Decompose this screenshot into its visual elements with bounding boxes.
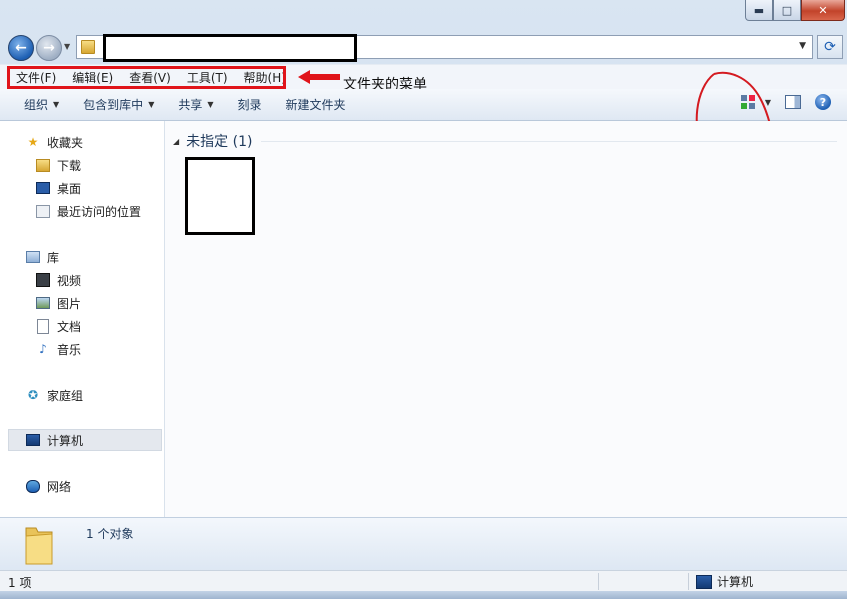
nav-videos[interactable]: 视频: [36, 271, 81, 289]
organize-label: 组织: [24, 98, 49, 112]
redacted-path-box: [103, 34, 357, 62]
share-button[interactable]: 共享 ▼: [166, 96, 225, 113]
item-count-text: 1 个对象: [86, 527, 134, 541]
nav-desktop[interactable]: 桌面: [36, 179, 81, 197]
collapse-triangle-icon: ◢: [173, 136, 180, 146]
nav-recent-places[interactable]: 最近访问的位置: [36, 202, 141, 220]
desktop-icon: [36, 181, 50, 195]
group-header-label: 未指定 (1): [186, 134, 253, 150]
new-folder-button[interactable]: 新建文件夹: [274, 96, 358, 113]
address-bar[interactable]: ▼: [76, 34, 813, 62]
nav-downloads[interactable]: 下载: [36, 156, 81, 174]
group-header[interactable]: ◢ 未指定 (1): [173, 131, 252, 151]
address-dropdown-icon[interactable]: ▼: [799, 41, 806, 51]
nav-libraries-label: 库: [47, 250, 60, 265]
details-pane: 1 个对象: [0, 517, 847, 571]
network-icon: [26, 479, 40, 493]
nav-music-label: 音乐: [57, 342, 82, 357]
library-icon: [26, 250, 40, 264]
folder-icon: [81, 40, 95, 54]
homegroup-icon: ✪: [27, 388, 39, 402]
nav-network-label: 网络: [47, 479, 72, 494]
nav-pictures-label: 图片: [57, 296, 82, 311]
status-location: 计算机: [696, 573, 753, 590]
computer-icon: [26, 433, 40, 447]
document-icon: [36, 318, 50, 334]
menu-annotation-rectangle: [7, 66, 286, 89]
nav-desktop-label: 桌面: [57, 181, 82, 196]
chevron-down-icon: ▼: [207, 100, 214, 109]
picture-icon: [36, 296, 50, 310]
nav-favorites-label: 收藏夹: [47, 135, 84, 150]
forward-button[interactable]: →: [36, 35, 62, 61]
nav-music[interactable]: ♪ 音乐: [36, 340, 81, 358]
burn-button[interactable]: 刻录: [226, 96, 274, 113]
refresh-button[interactable]: ⟳: [817, 35, 843, 59]
include-in-library-button[interactable]: 包含到库中 ▼: [71, 96, 166, 113]
recent-pages-dropdown-icon[interactable]: ▼: [64, 42, 70, 51]
nav-pictures[interactable]: 图片: [36, 294, 81, 312]
share-label: 共享: [178, 98, 203, 112]
nav-computer[interactable]: 计算机: [26, 431, 83, 449]
annotation-arrow: [298, 70, 340, 84]
nav-homegroup[interactable]: ✪ 家庭组: [26, 386, 83, 404]
downloads-folder-icon: [36, 158, 50, 172]
music-note-icon: ♪: [39, 342, 47, 356]
window-bottom-border: [0, 591, 847, 599]
window-controls: ▬ □ ✕: [745, 0, 845, 22]
star-icon: ★: [27, 135, 39, 149]
explorer-window: ▬ □ ✕ ← → ▼ ▼ ⟳ 文件(F) 编辑(E) 查看(V) 工具(T) …: [0, 0, 847, 599]
nav-videos-label: 视频: [57, 273, 82, 288]
status-location-label: 计算机: [717, 575, 754, 589]
organize-button[interactable]: 组织 ▼: [12, 96, 71, 113]
file-list-pane: ◢ 未指定 (1): [165, 121, 847, 517]
group-divider: [261, 141, 837, 142]
back-button[interactable]: ←: [8, 35, 34, 61]
computer-icon: [696, 574, 712, 589]
status-item-count: 1 项: [8, 576, 32, 590]
chevron-down-icon: ▼: [148, 100, 155, 109]
video-icon: [36, 273, 50, 287]
maximize-button[interactable]: □: [773, 0, 801, 21]
nav-homegroup-label: 家庭组: [47, 388, 84, 403]
chevron-down-icon: ▼: [53, 100, 60, 109]
recent-places-icon: [36, 204, 50, 218]
nav-documents[interactable]: 文档: [36, 317, 81, 335]
nav-favorites[interactable]: ★ 收藏夹: [26, 133, 83, 151]
address-row: ← → ▼ ▼ ⟳: [6, 33, 843, 62]
status-separator: [598, 573, 599, 590]
large-folder-icon: [25, 527, 53, 565]
nav-libraries[interactable]: 库: [26, 248, 59, 266]
minimize-button[interactable]: ▬: [745, 0, 773, 21]
status-bar: 1 项 计算机: [0, 570, 847, 592]
navigation-pane: ★ 收藏夹 下载 桌面 最近访问的位置 库 视频 图片 文档 ♪ 音乐 ✪ 家庭组: [0, 121, 165, 517]
nav-downloads-label: 下载: [57, 158, 82, 173]
preview-pane-icon[interactable]: [785, 95, 801, 109]
status-separator: [688, 573, 689, 590]
include-in-library-label: 包含到库中: [83, 98, 144, 112]
redacted-file-item[interactable]: [185, 157, 255, 235]
nav-network[interactable]: 网络: [26, 477, 71, 495]
nav-recent-label: 最近访问的位置: [57, 204, 142, 219]
nav-documents-label: 文档: [57, 319, 82, 334]
help-icon[interactable]: ?: [815, 94, 831, 110]
close-button[interactable]: ✕: [801, 0, 845, 21]
nav-computer-label: 计算机: [47, 433, 84, 448]
